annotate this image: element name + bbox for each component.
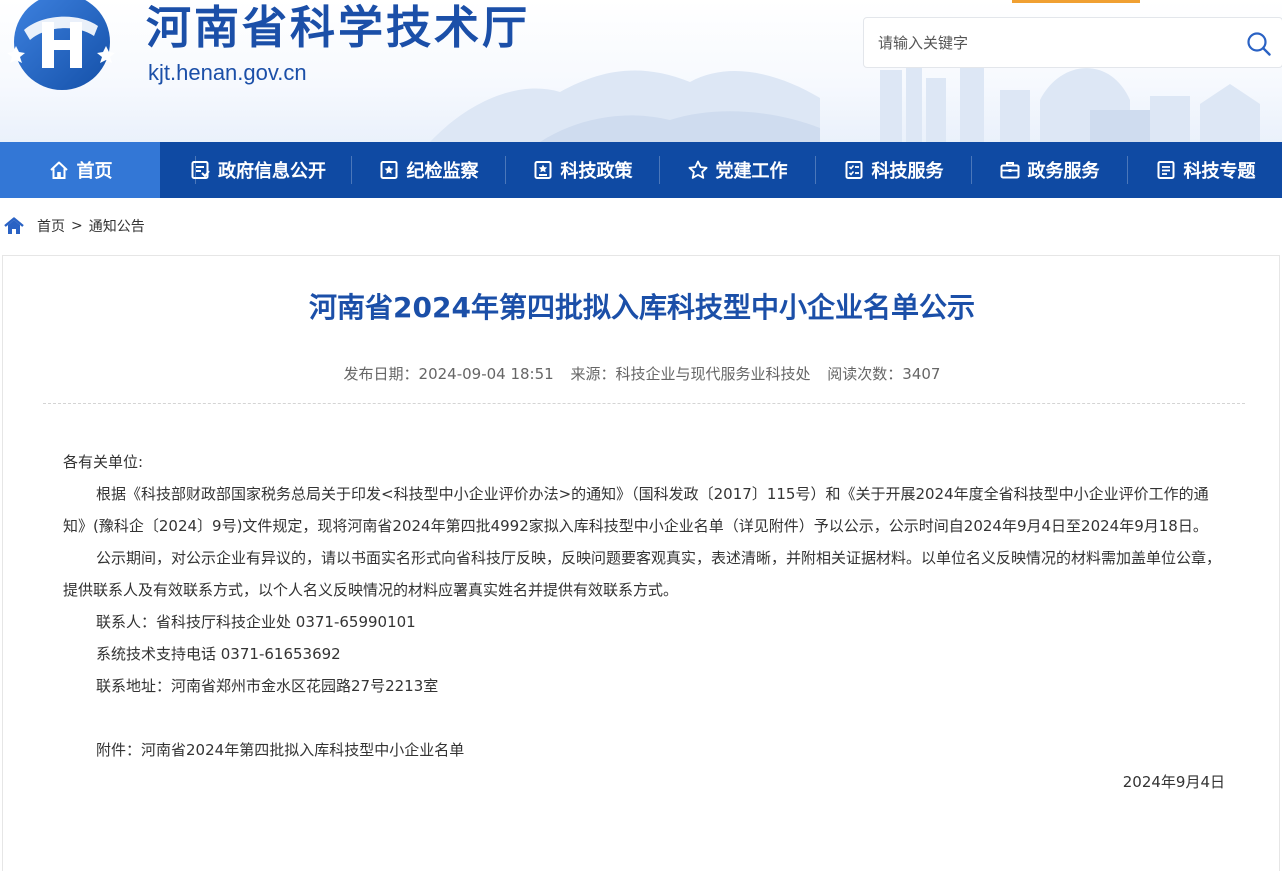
body-paragraph: 根据《科技部财政部国家税务总局关于印发<科技型中小企业评价办法>的通知》（国科发… xyxy=(63,485,1209,535)
topic-icon xyxy=(1157,161,1174,179)
nav-item-label: 首页 xyxy=(76,161,113,182)
briefcase-icon xyxy=(1000,162,1019,179)
nav-item-tech-topic[interactable]: 科技专题 xyxy=(1128,142,1282,198)
attachment-label: 附件： xyxy=(96,741,142,759)
breadcrumb-home-link[interactable]: 首页 xyxy=(37,216,65,236)
article-title: 河南省2024年第四批拟入库科技型中小企业名单公示 xyxy=(309,291,975,324)
search-box xyxy=(863,17,1282,68)
site-logo[interactable] xyxy=(2,0,126,92)
contact-line: 联系人：省科技厅科技企业处 0371-65990101 xyxy=(96,613,416,631)
breadcrumb: 首页 > 通知公告 xyxy=(4,214,145,238)
search-icon[interactable] xyxy=(1244,29,1274,59)
meta-divider xyxy=(43,403,1245,404)
nav-item-label: 党建工作 xyxy=(715,161,788,182)
search-input[interactable] xyxy=(878,30,1218,56)
article-panel: 河南省2024年第四批拟入库科技型中小企业名单公示 发布日期：2024-09-0… xyxy=(2,255,1280,871)
info-open-icon xyxy=(191,161,210,179)
nav-item-label: 纪检监察 xyxy=(406,161,479,182)
site-header: 河南省科学技术厅 kjt.henan.gov.cn xyxy=(0,0,1282,142)
nav-item-policy[interactable]: 科技政策 xyxy=(506,142,658,198)
attachment-link[interactable]: 河南省2024年第四批拟入库科技型中小企业名单 xyxy=(141,741,464,759)
nav-item-label: 政务服务 xyxy=(1027,161,1100,182)
publish-date: 发布日期：2024-09-04 18:51 xyxy=(343,365,554,383)
site-domain: kjt.henan.gov.cn xyxy=(148,60,307,85)
nav-item-party-building[interactable]: 党建工作 xyxy=(660,142,814,198)
top-accent-strip xyxy=(1012,0,1140,3)
body-paragraph: 公示期间，对公示企业有异议的，请以书面实名形式向省科技厅反映，反映问题要客观真实… xyxy=(63,549,1222,599)
attachment-line: 附件：河南省2024年第四批拟入库科技型中小企业名单 xyxy=(63,734,1225,766)
home-icon xyxy=(49,161,68,179)
article-body: 各有关单位: 根据《科技部财政部国家税务总局关于印发<科技型中小企业评价办法>的… xyxy=(63,446,1225,798)
view-count: 阅读次数：3407 xyxy=(827,365,941,383)
article-meta: 发布日期：2024-09-04 18:51 来源：科技企业与现代服务业科技处 阅… xyxy=(3,363,1281,385)
nav-item-gov-service[interactable]: 政务服务 xyxy=(972,142,1126,198)
salutation: 各有关单位: xyxy=(63,453,144,471)
tech-support-line: 系统技术支持电话 0371-61653692 xyxy=(96,645,341,663)
policy-icon xyxy=(534,161,551,179)
star-icon xyxy=(688,160,707,179)
article-source: 来源：科技企业与现代服务业科技处 xyxy=(570,365,811,383)
nav-item-label: 科技政策 xyxy=(560,161,633,182)
main-nav: 首页 政府信息公开 纪检监察 科技政策 党建工作 科技服务 政务服务 科技专题 xyxy=(0,142,1282,198)
nav-item-label: 科技服务 xyxy=(871,161,944,182)
home-icon[interactable] xyxy=(4,217,24,235)
nav-item-government-info[interactable]: 政府信息公开 xyxy=(165,142,350,198)
nav-item-home[interactable]: 首页 xyxy=(0,142,160,198)
inspection-icon xyxy=(380,161,397,179)
breadcrumb-current-link[interactable]: 通知公告 xyxy=(89,216,145,236)
signature-date: 2024年9月4日 xyxy=(1122,773,1225,791)
nav-item-tech-service[interactable]: 科技服务 xyxy=(816,142,970,198)
site-title: 河南省科学技术厅 xyxy=(146,1,531,54)
address-line: 联系地址：河南省郑州市金水区花园路27号2213室 xyxy=(96,677,439,695)
nav-item-label: 科技专题 xyxy=(1183,161,1256,182)
nav-item-inspection[interactable]: 纪检监察 xyxy=(352,142,504,198)
nav-item-label: 政府信息公开 xyxy=(218,161,326,182)
breadcrumb-separator: > xyxy=(71,218,83,234)
checklist-icon xyxy=(845,161,862,179)
